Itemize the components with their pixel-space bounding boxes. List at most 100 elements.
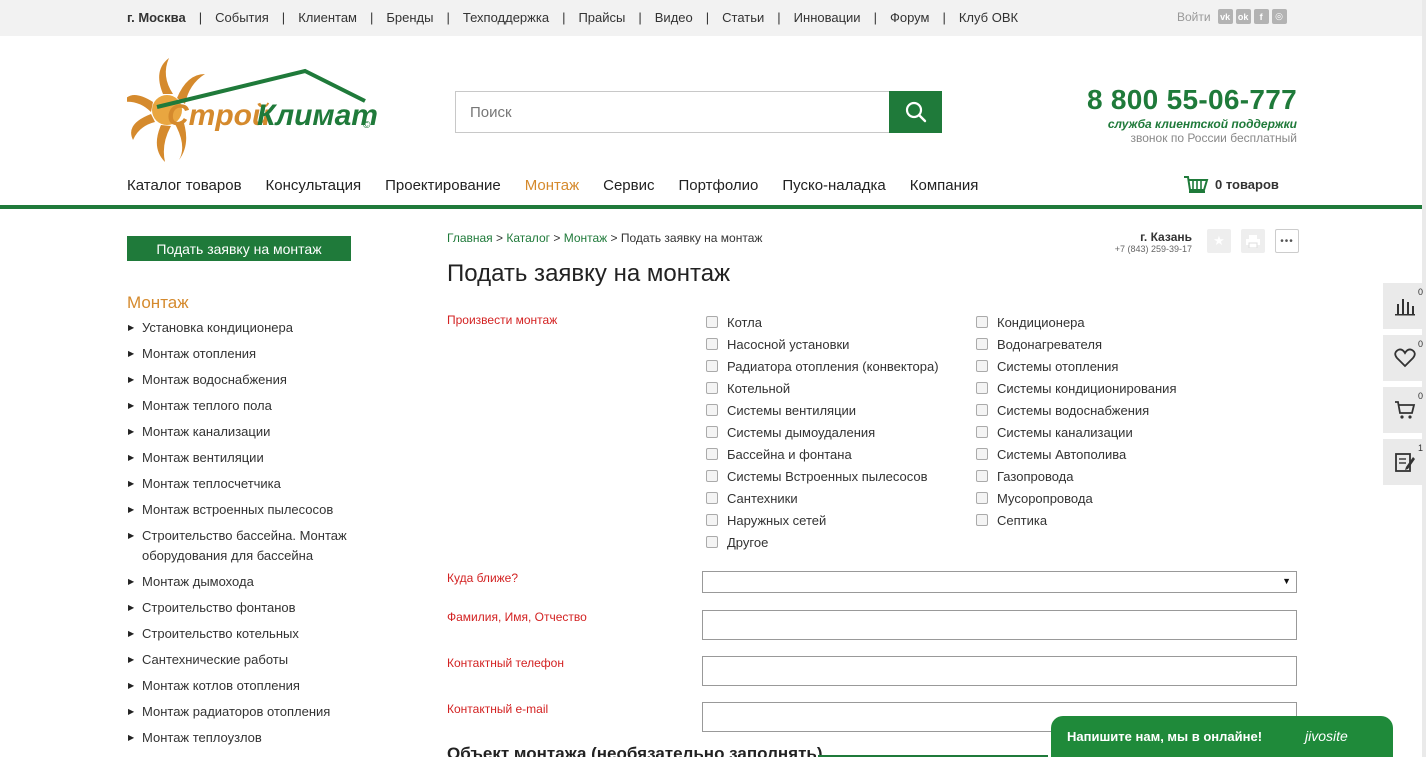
checkbox-option[interactable]: Сантехники bbox=[706, 487, 939, 509]
sidebar-item[interactable]: Монтаж водоснабжения bbox=[127, 370, 367, 390]
sidebar-item[interactable]: Монтаж теплого пола bbox=[127, 396, 367, 416]
sidebar-title[interactable]: Монтаж bbox=[127, 293, 189, 313]
nav-company[interactable]: Компания bbox=[910, 177, 979, 194]
phone-field[interactable] bbox=[702, 656, 1297, 686]
top-link-articles[interactable]: Статьи bbox=[722, 10, 764, 25]
checkbox-option[interactable]: Септика bbox=[976, 509, 1176, 531]
checkbox-option[interactable]: Наружных сетей bbox=[706, 509, 939, 531]
print-icon[interactable] bbox=[1241, 229, 1265, 253]
checkbox[interactable] bbox=[976, 448, 988, 460]
checkbox[interactable] bbox=[976, 492, 988, 504]
checkbox[interactable] bbox=[976, 382, 988, 394]
more-options-icon[interactable]: ••• bbox=[1275, 229, 1299, 253]
checkbox[interactable] bbox=[706, 470, 718, 482]
top-link-video[interactable]: Видео bbox=[655, 10, 693, 25]
checkbox[interactable] bbox=[706, 448, 718, 460]
sidebar-item[interactable]: Монтаж теплоузлов bbox=[127, 728, 367, 748]
checkbox-option[interactable]: Другое bbox=[706, 531, 939, 553]
header-cart[interactable]: 0 товаров bbox=[1183, 174, 1279, 194]
checkbox-option[interactable]: Системы кондиционирования bbox=[976, 377, 1176, 399]
sidebar-item[interactable]: Строительство котельных bbox=[127, 624, 367, 644]
top-link-support[interactable]: Техподдержка bbox=[463, 10, 549, 25]
top-link-innovations[interactable]: Инновации bbox=[794, 10, 861, 25]
nav-commissioning[interactable]: Пуско-наладка bbox=[782, 177, 885, 194]
checkbox[interactable] bbox=[706, 492, 718, 504]
checkbox[interactable] bbox=[706, 404, 718, 416]
sidebar-item[interactable]: Монтаж отопления bbox=[127, 344, 367, 364]
checkbox[interactable] bbox=[976, 470, 988, 482]
checkbox-option[interactable]: Бассейна и фонтана bbox=[706, 443, 939, 465]
checkbox[interactable] bbox=[706, 536, 718, 548]
compare-widget[interactable]: 0 bbox=[1383, 283, 1426, 329]
facebook-icon[interactable]: f bbox=[1253, 9, 1269, 24]
orders-widget[interactable]: 1 bbox=[1383, 439, 1426, 485]
sidebar-item[interactable]: Монтаж радиаторов отопления bbox=[127, 702, 367, 722]
favorites-widget[interactable]: 0 bbox=[1383, 335, 1426, 381]
checkbox-option[interactable]: Котельной bbox=[706, 377, 939, 399]
checkbox[interactable] bbox=[706, 514, 718, 526]
checkbox[interactable] bbox=[976, 316, 988, 328]
checkbox[interactable] bbox=[976, 426, 988, 438]
checkbox-option[interactable]: Котла bbox=[706, 311, 939, 333]
odnoklassniki-icon[interactable]: ok bbox=[1235, 9, 1251, 24]
checkbox[interactable] bbox=[706, 382, 718, 394]
apply-installation-button[interactable]: Подать заявку на монтаж bbox=[127, 236, 351, 261]
checkbox-option[interactable]: Системы дымоудаления bbox=[706, 421, 939, 443]
sidebar-item[interactable]: Монтаж вентиляции bbox=[127, 448, 367, 468]
office-city[interactable]: г. Казань bbox=[1115, 230, 1192, 244]
checkbox-option[interactable]: Водонагревателя bbox=[976, 333, 1176, 355]
instagram-icon[interactable]: ◎ bbox=[1271, 9, 1287, 24]
nav-service[interactable]: Сервис bbox=[603, 177, 654, 194]
breadcrumb-home[interactable]: Главная bbox=[447, 231, 493, 245]
sidebar-item[interactable]: Строительство фонтанов bbox=[127, 598, 367, 618]
checkbox-option[interactable]: Мусоропровода bbox=[976, 487, 1176, 509]
top-link-forum[interactable]: Форум bbox=[890, 10, 930, 25]
phone-number[interactable]: 8 800 55-06-777 bbox=[1087, 84, 1297, 116]
checkbox[interactable] bbox=[976, 404, 988, 416]
top-link-club[interactable]: Клуб ОВК bbox=[959, 10, 1018, 25]
checkbox-option[interactable]: Системы отопления bbox=[976, 355, 1176, 377]
sidebar-item[interactable]: Сантехнические работы bbox=[127, 650, 367, 670]
sidebar-item[interactable]: Строительство бассейна. Монтаж оборудова… bbox=[127, 526, 367, 566]
checkbox-option[interactable]: Системы канализации bbox=[976, 421, 1176, 443]
checkbox-option[interactable]: Газопровода bbox=[976, 465, 1176, 487]
checkbox[interactable] bbox=[976, 514, 988, 526]
sidebar-item[interactable]: Установка кондиционера bbox=[127, 318, 367, 338]
search-input[interactable] bbox=[455, 91, 889, 133]
checkbox-option[interactable]: Системы водоснабжения bbox=[976, 399, 1176, 421]
nav-installation[interactable]: Монтаж bbox=[525, 177, 579, 194]
checkbox[interactable] bbox=[976, 338, 988, 350]
top-link-events[interactable]: События bbox=[215, 10, 269, 25]
checkbox-option[interactable]: Системы Автополива bbox=[976, 443, 1176, 465]
where-select[interactable]: ▼ bbox=[702, 571, 1297, 593]
sidebar-item[interactable]: Монтаж котлов отопления bbox=[127, 676, 367, 696]
nav-portfolio[interactable]: Портфолио bbox=[679, 177, 759, 194]
top-link-clients[interactable]: Клиентам bbox=[298, 10, 357, 25]
chat-widget[interactable]: Напишите нам, мы в онлайне! jivosite bbox=[1051, 716, 1393, 757]
sidebar-item[interactable]: Монтаж встроенных пылесосов bbox=[127, 500, 367, 520]
sidebar-item[interactable]: Монтаж теплосчетчика bbox=[127, 474, 367, 494]
breadcrumb-installation[interactable]: Монтаж bbox=[564, 231, 608, 245]
checkbox[interactable] bbox=[706, 338, 718, 350]
checkbox[interactable] bbox=[706, 316, 718, 328]
name-field[interactable] bbox=[702, 610, 1297, 640]
cart-widget[interactable]: 0 bbox=[1383, 387, 1426, 433]
checkbox-option[interactable]: Системы Встроенных пылесосов bbox=[706, 465, 939, 487]
checkbox[interactable] bbox=[706, 426, 718, 438]
sidebar-item[interactable]: Монтаж канализации bbox=[127, 422, 367, 442]
nav-catalog[interactable]: Каталог товаров bbox=[127, 177, 242, 194]
top-link-prices[interactable]: Прайсы bbox=[578, 10, 625, 25]
breadcrumb-catalog[interactable]: Каталог bbox=[506, 231, 550, 245]
nav-consulting[interactable]: Консультация bbox=[266, 177, 362, 194]
checkbox-option[interactable]: Радиатора отопления (конвектора) bbox=[706, 355, 939, 377]
checkbox-option[interactable]: Кондиционера bbox=[976, 311, 1176, 333]
search-button[interactable] bbox=[889, 91, 942, 133]
site-logo[interactable]: Строй Климат © bbox=[123, 55, 378, 165]
checkbox[interactable] bbox=[706, 360, 718, 372]
nav-design[interactable]: Проектирование bbox=[385, 177, 501, 194]
login-link[interactable]: Войти bbox=[1177, 10, 1211, 24]
city-selector[interactable]: г. Москва bbox=[127, 10, 186, 25]
sidebar-item[interactable]: Монтаж дымохода bbox=[127, 572, 367, 592]
vk-icon[interactable]: vk bbox=[1217, 9, 1233, 24]
checkbox-option[interactable]: Насосной установки bbox=[706, 333, 939, 355]
